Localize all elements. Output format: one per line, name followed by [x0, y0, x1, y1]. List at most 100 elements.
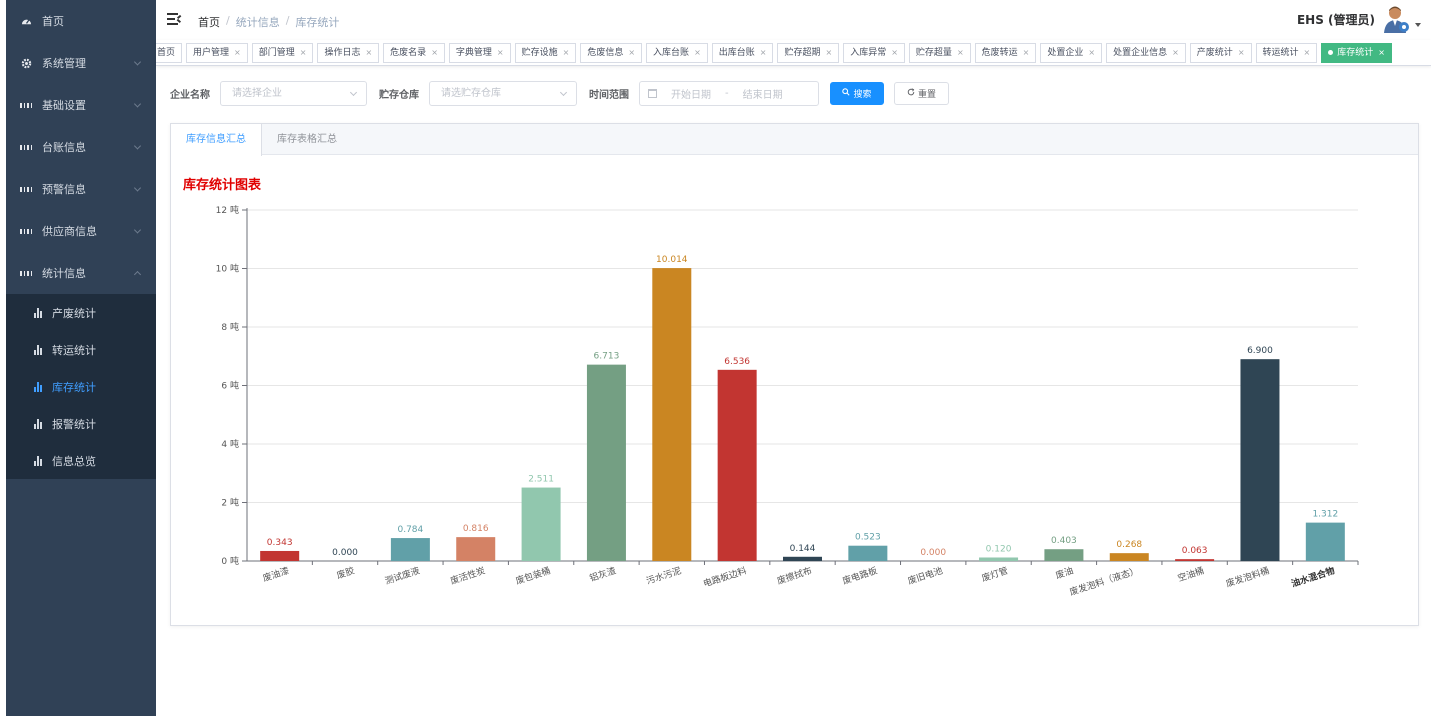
- bar-value-label: 0.063: [1182, 546, 1208, 556]
- sidebar-item-warning[interactable]: 预警信息: [6, 168, 156, 210]
- close-icon[interactable]: ×: [826, 48, 833, 57]
- tag-5[interactable]: 字典管理 ×: [448, 43, 511, 63]
- tag-10[interactable]: 贮存超期 ×: [777, 43, 840, 63]
- close-icon[interactable]: ×: [563, 48, 570, 57]
- bar-value-label: 0.000: [332, 548, 358, 558]
- tag-1[interactable]: 用户管理 ×: [186, 43, 248, 63]
- close-icon[interactable]: ×: [431, 48, 438, 57]
- y-tick-label: 12 吨: [216, 204, 239, 216]
- tag-label: 危废名录: [390, 48, 427, 58]
- tag-0[interactable]: 首页: [156, 43, 183, 63]
- tag-9[interactable]: 出库台账 ×: [711, 43, 774, 63]
- close-icon[interactable]: ×: [1172, 48, 1179, 57]
- close-icon[interactable]: ×: [300, 48, 307, 57]
- active-dot-icon: [1328, 50, 1334, 55]
- bar: [783, 556, 822, 561]
- tag-7[interactable]: 危废信息 ×: [580, 43, 643, 63]
- bar: [586, 364, 626, 561]
- bar-value-label: 6.713: [594, 352, 620, 362]
- y-tick-label: 8 吨: [221, 321, 239, 333]
- sidebar-subitem-label: 转运统计: [52, 343, 96, 357]
- grid-icon: [20, 183, 32, 195]
- y-tick-label: 4 吨: [221, 438, 239, 450]
- close-icon[interactable]: ×: [957, 48, 964, 57]
- chevron-down-icon: [133, 142, 142, 150]
- close-icon[interactable]: ×: [1304, 48, 1311, 57]
- tag-2[interactable]: 部门管理 ×: [251, 43, 314, 63]
- tag-18[interactable]: 库存统计 ×: [1321, 43, 1392, 63]
- tag-15[interactable]: 处置企业信息 ×: [1106, 43, 1186, 63]
- tag-label: 处置企业信息: [1113, 48, 1168, 58]
- start-date-input[interactable]: 开始日期: [671, 86, 711, 101]
- tag-13[interactable]: 危废转运 ×: [974, 43, 1037, 63]
- user-dropdown[interactable]: EHS (管理员): [1297, 4, 1421, 34]
- tag-label: 入库异常: [850, 48, 887, 58]
- x-tick-label: 污水污泥: [645, 564, 683, 587]
- gear-icon: [20, 57, 32, 69]
- tag-6[interactable]: 贮存设施 ×: [514, 43, 577, 63]
- user-name: EHS (管理员): [1296, 12, 1375, 27]
- close-icon[interactable]: ×: [891, 48, 898, 57]
- sidebar-item-label: 统计信息: [42, 267, 86, 280]
- end-date-input[interactable]: 结束日期: [743, 86, 783, 101]
- breadcrumb-statistics[interactable]: 统计信息: [236, 14, 280, 30]
- tag-16[interactable]: 产废统计 ×: [1189, 43, 1252, 63]
- sidebar-item-basic-settings[interactable]: 基础设置: [6, 84, 156, 126]
- close-icon[interactable]: ×: [1088, 48, 1095, 57]
- close-icon[interactable]: ×: [365, 48, 372, 57]
- bar-value-label: 10.014: [656, 255, 688, 265]
- close-icon[interactable]: ×: [1238, 48, 1245, 57]
- close-icon[interactable]: ×: [1023, 48, 1030, 57]
- sidebar-item-label: 供应商信息: [42, 225, 97, 238]
- tag-11[interactable]: 入库异常 ×: [843, 43, 905, 63]
- tag-4[interactable]: 危废名录 ×: [383, 43, 445, 63]
- close-icon[interactable]: ×: [760, 48, 767, 57]
- close-icon[interactable]: ×: [1378, 48, 1385, 57]
- warehouse-select[interactable]: 请选贮存仓库: [429, 80, 577, 106]
- bar-chart-icon: [34, 307, 42, 318]
- tag-12[interactable]: 贮存超量 ×: [908, 43, 971, 63]
- company-select[interactable]: 请选择企业: [220, 80, 367, 106]
- breadcrumb-home[interactable]: 首页: [198, 14, 220, 30]
- tag-8[interactable]: 入库台账 ×: [646, 43, 708, 63]
- sidebar-item-ledger[interactable]: 台账信息: [6, 126, 156, 168]
- date-range-picker[interactable]: 开始日期 - 结束日期: [639, 80, 819, 106]
- sidebar-subitem-alarm[interactable]: 报警统计: [6, 405, 156, 442]
- sidebar-subitem-waste-production[interactable]: 产废统计: [6, 294, 156, 331]
- breadcrumb-separator: /: [226, 14, 230, 27]
- time-range-label: 时间范围: [589, 89, 629, 101]
- search-button[interactable]: 搜索: [830, 81, 884, 105]
- sidebar-subitem-label: 信息总览: [52, 454, 96, 468]
- bar-value-label: 0.403: [1051, 536, 1077, 546]
- sidebar-item-home[interactable]: 首页: [6, 0, 156, 42]
- reset-button-label: 重置: [917, 89, 936, 100]
- sidebar-item-supplier[interactable]: 供应商信息: [6, 210, 156, 252]
- search-button-label: 搜索: [853, 89, 872, 100]
- warehouse-select-placeholder: 请选贮存仓库: [441, 87, 501, 99]
- close-icon[interactable]: ×: [497, 48, 504, 57]
- hamburger-menu-icon[interactable]: [167, 13, 182, 25]
- sidebar-item-label: 预警信息: [42, 183, 86, 196]
- sidebar-subitem-overview[interactable]: 信息总览: [6, 442, 156, 479]
- bar: [848, 545, 888, 561]
- close-icon[interactable]: ×: [628, 48, 635, 57]
- tag-label: 操作日志: [324, 48, 361, 58]
- sidebar-item-system[interactable]: 系统管理: [6, 42, 156, 84]
- close-icon[interactable]: ×: [694, 48, 701, 57]
- tag-3[interactable]: 操作日志 ×: [317, 43, 380, 63]
- chevron-down-icon: [133, 58, 142, 66]
- close-icon[interactable]: ×: [234, 48, 241, 57]
- tag-label: 入库台账: [653, 48, 690, 58]
- reset-button[interactable]: 重置: [894, 81, 949, 105]
- avatar[interactable]: [1381, 4, 1411, 34]
- tag-label: 出库台账: [718, 48, 755, 58]
- bar: [456, 537, 496, 561]
- tag-17[interactable]: 转运统计 ×: [1255, 43, 1318, 63]
- sidebar-subitem-inventory[interactable]: 库存统计: [6, 368, 156, 405]
- chevron-down-icon: [133, 100, 142, 108]
- tag-14[interactable]: 处置企业 ×: [1040, 43, 1103, 63]
- sidebar-item-statistics[interactable]: 统计信息: [6, 252, 156, 294]
- sidebar-subitem-transfer[interactable]: 转运统计: [6, 331, 156, 368]
- company-select-placeholder: 请选择企业: [232, 87, 282, 99]
- tag-label: 贮存超量: [915, 48, 952, 58]
